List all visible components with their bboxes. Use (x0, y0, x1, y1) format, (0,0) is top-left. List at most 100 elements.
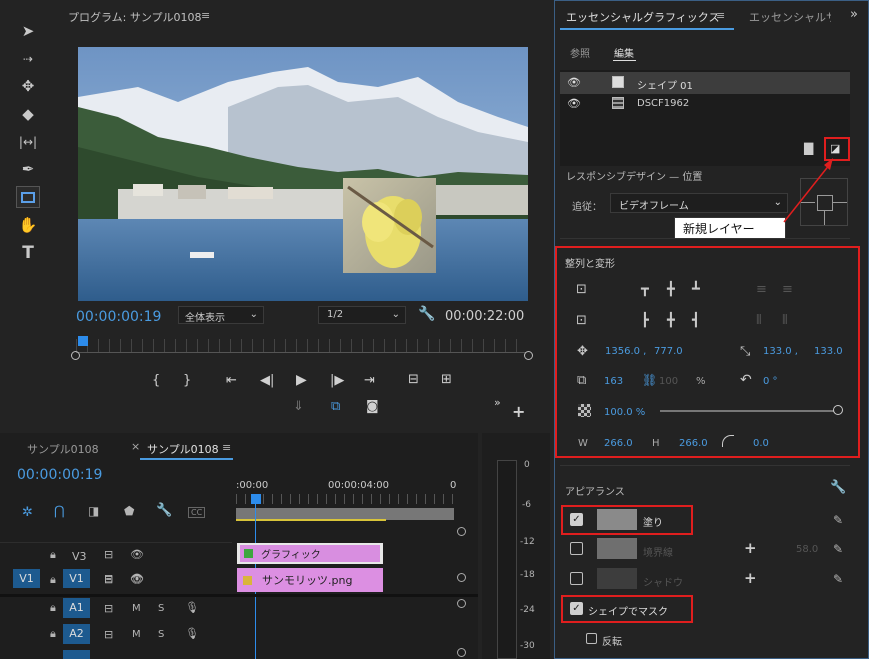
distribute-vertical-2-icon[interactable]: ≡ (782, 282, 793, 297)
shadow-checkbox[interactable] (570, 572, 583, 585)
compare-icon[interactable]: ⧉ (331, 399, 340, 414)
sync-lock-icon[interactable]: ⊟ (104, 628, 113, 641)
panel-menu-icon[interactable]: ≡ (201, 9, 210, 22)
stroke-width-value[interactable]: 58.0 (796, 544, 818, 555)
step-forward-icon[interactable]: |▶ (330, 373, 344, 388)
timeline-tab-active[interactable]: サンプル0108 (147, 441, 219, 457)
eyedropper-icon[interactable]: ✎ (833, 542, 843, 556)
align-left-icon[interactable]: ┣ (641, 313, 649, 328)
appearance-wrench-icon[interactable]: 🔧 (830, 480, 846, 495)
solo-button[interactable]: S (158, 603, 164, 614)
eye-icon[interactable]: 👁︎ (130, 548, 144, 561)
microphone-icon[interactable]: 🎙︎ (185, 627, 199, 640)
scale-value[interactable]: 163 (604, 376, 623, 387)
anchor-x[interactable]: 133.0 , (763, 346, 798, 357)
go-to-out-icon[interactable]: ⇥ (364, 373, 375, 388)
eye-icon[interactable]: 👁︎ (567, 76, 581, 89)
mark-out-icon[interactable]: } (183, 373, 191, 388)
eyedropper-icon[interactable]: ✎ (833, 572, 843, 586)
slip-tool-icon[interactable]: |↔| (16, 131, 40, 153)
sync-lock-icon[interactable]: ⊟ (104, 602, 113, 615)
track-name-a1[interactable]: A1 (63, 598, 90, 618)
timeline-ruler[interactable] (236, 494, 454, 504)
rotation-value[interactable]: 0 ° (763, 376, 778, 387)
layer-row[interactable] (560, 72, 850, 94)
captions-icon[interactable]: CC (188, 507, 206, 518)
shadow-swatch[interactable] (597, 568, 637, 589)
eye-icon[interactable]: 👁︎ (130, 572, 144, 585)
sync-lock-icon[interactable]: ⊟ (104, 548, 113, 561)
in-point-handle[interactable] (71, 351, 80, 360)
opacity-value[interactable]: 100.0 % (604, 407, 645, 418)
play-icon[interactable]: ▶ (296, 372, 307, 388)
type-tool-icon[interactable]: T (16, 242, 40, 264)
align-vertical-center-icon[interactable]: ⊡ (576, 282, 587, 297)
rectangle-tool-icon[interactable] (16, 186, 40, 208)
out-point-handle[interactable] (524, 351, 533, 360)
lock-icon[interactable]: 🔒︎ (50, 601, 56, 615)
lift-icon[interactable]: ⇓ (293, 399, 304, 414)
camera-icon[interactable]: ◙ (366, 399, 379, 414)
mark-in-icon[interactable]: { (152, 373, 160, 388)
panel-menu-icon[interactable]: ≡ (222, 441, 231, 454)
timeline-current-time[interactable]: 00:00:00:19 (17, 467, 102, 483)
playhead-icon[interactable] (78, 336, 88, 346)
lock-icon[interactable]: 🔒︎ (50, 627, 56, 641)
anchor-y[interactable]: 133.0 (814, 346, 843, 357)
wrench-icon[interactable]: 🔧 (418, 306, 435, 322)
marker-icon[interactable]: ⬟ (124, 504, 134, 518)
tab-essential-sound[interactable]: エッセンシャルサ (749, 9, 831, 25)
clip-image[interactable]: サンモリッツ.png (237, 568, 383, 592)
align-horizontal-center-icon[interactable]: ⊡ (576, 313, 587, 328)
mute-button[interactable]: M (132, 603, 141, 614)
distribute-horizontal-icon[interactable]: ⦀ (756, 313, 762, 328)
mute-button[interactable]: M (132, 629, 141, 640)
vertical-scroll-handle[interactable] (457, 573, 466, 582)
clip-graphic[interactable]: グラフィック (237, 543, 383, 564)
invert-checkbox[interactable] (586, 633, 597, 644)
insert-icon[interactable]: ⊟ (408, 372, 419, 387)
align-right-icon[interactable]: ┫ (692, 313, 700, 328)
step-back-icon[interactable]: ◀| (260, 373, 274, 388)
add-shadow-icon[interactable]: + (744, 569, 757, 587)
hand-tool-icon[interactable]: ✋ (16, 214, 40, 236)
resolution-select[interactable]: 1/2 ⌄ (318, 306, 406, 324)
timeline-tab-inactive[interactable]: サンプル0108 (27, 441, 99, 457)
more-icon[interactable]: » (494, 396, 501, 409)
close-icon[interactable]: × (131, 440, 140, 453)
linked-selection-icon[interactable]: ⋂ (54, 504, 65, 519)
timeline-wrench-icon[interactable]: 🔧 (156, 503, 172, 518)
eye-icon[interactable]: 👁︎ (567, 97, 581, 110)
program-current-time[interactable]: 00:00:00:19 (76, 309, 161, 325)
distribute-vertical-icon[interactable]: ≡ (756, 282, 767, 297)
scale-height-value[interactable]: 100 (659, 376, 678, 387)
opacity-slider-handle[interactable] (833, 405, 843, 415)
add-stroke-icon[interactable]: + (744, 539, 757, 557)
subtab-edit[interactable]: 編集 (614, 45, 634, 60)
add-button-icon[interactable]: + (512, 402, 525, 421)
stroke-swatch[interactable] (597, 538, 637, 559)
selection-tool-icon[interactable]: ➤ (16, 20, 40, 42)
track-name-v1[interactable]: V1 (63, 569, 90, 588)
track-name-a3[interactable] (63, 650, 90, 659)
zoom-select[interactable]: 全体表示 ⌄ (178, 306, 264, 324)
microphone-icon[interactable]: 🎙︎ (185, 601, 199, 614)
corner-radius-value[interactable]: 0.0 (753, 438, 769, 449)
position-x[interactable]: 1356.0 , (605, 346, 646, 357)
align-middle-icon[interactable]: ╋ (667, 282, 675, 297)
subtab-browse[interactable]: 参照 (570, 45, 590, 60)
distribute-horizontal-2-icon[interactable]: ⦀ (782, 313, 788, 328)
ripple-edit-tool-icon[interactable]: ✥ (16, 75, 40, 97)
tab-essential-graphics[interactable]: エッセンシャルグラフィックス (566, 9, 719, 25)
razor-tool-icon[interactable]: ◆ (16, 103, 40, 125)
pin-select[interactable]: ビデオフレーム ⌄ (610, 193, 788, 213)
program-scrub-bar[interactable] (76, 339, 526, 353)
solo-button[interactable]: S (158, 629, 164, 640)
lock-icon[interactable]: 🔒︎ (50, 548, 56, 562)
track-name-a2[interactable]: A2 (63, 624, 90, 644)
height-value[interactable]: 266.0 (679, 438, 708, 449)
vertical-scroll-handle[interactable] (457, 599, 466, 608)
opacity-slider[interactable] (660, 410, 836, 412)
overwrite-icon[interactable]: ⊞ (441, 372, 452, 387)
vertical-scroll-handle[interactable] (457, 527, 466, 536)
